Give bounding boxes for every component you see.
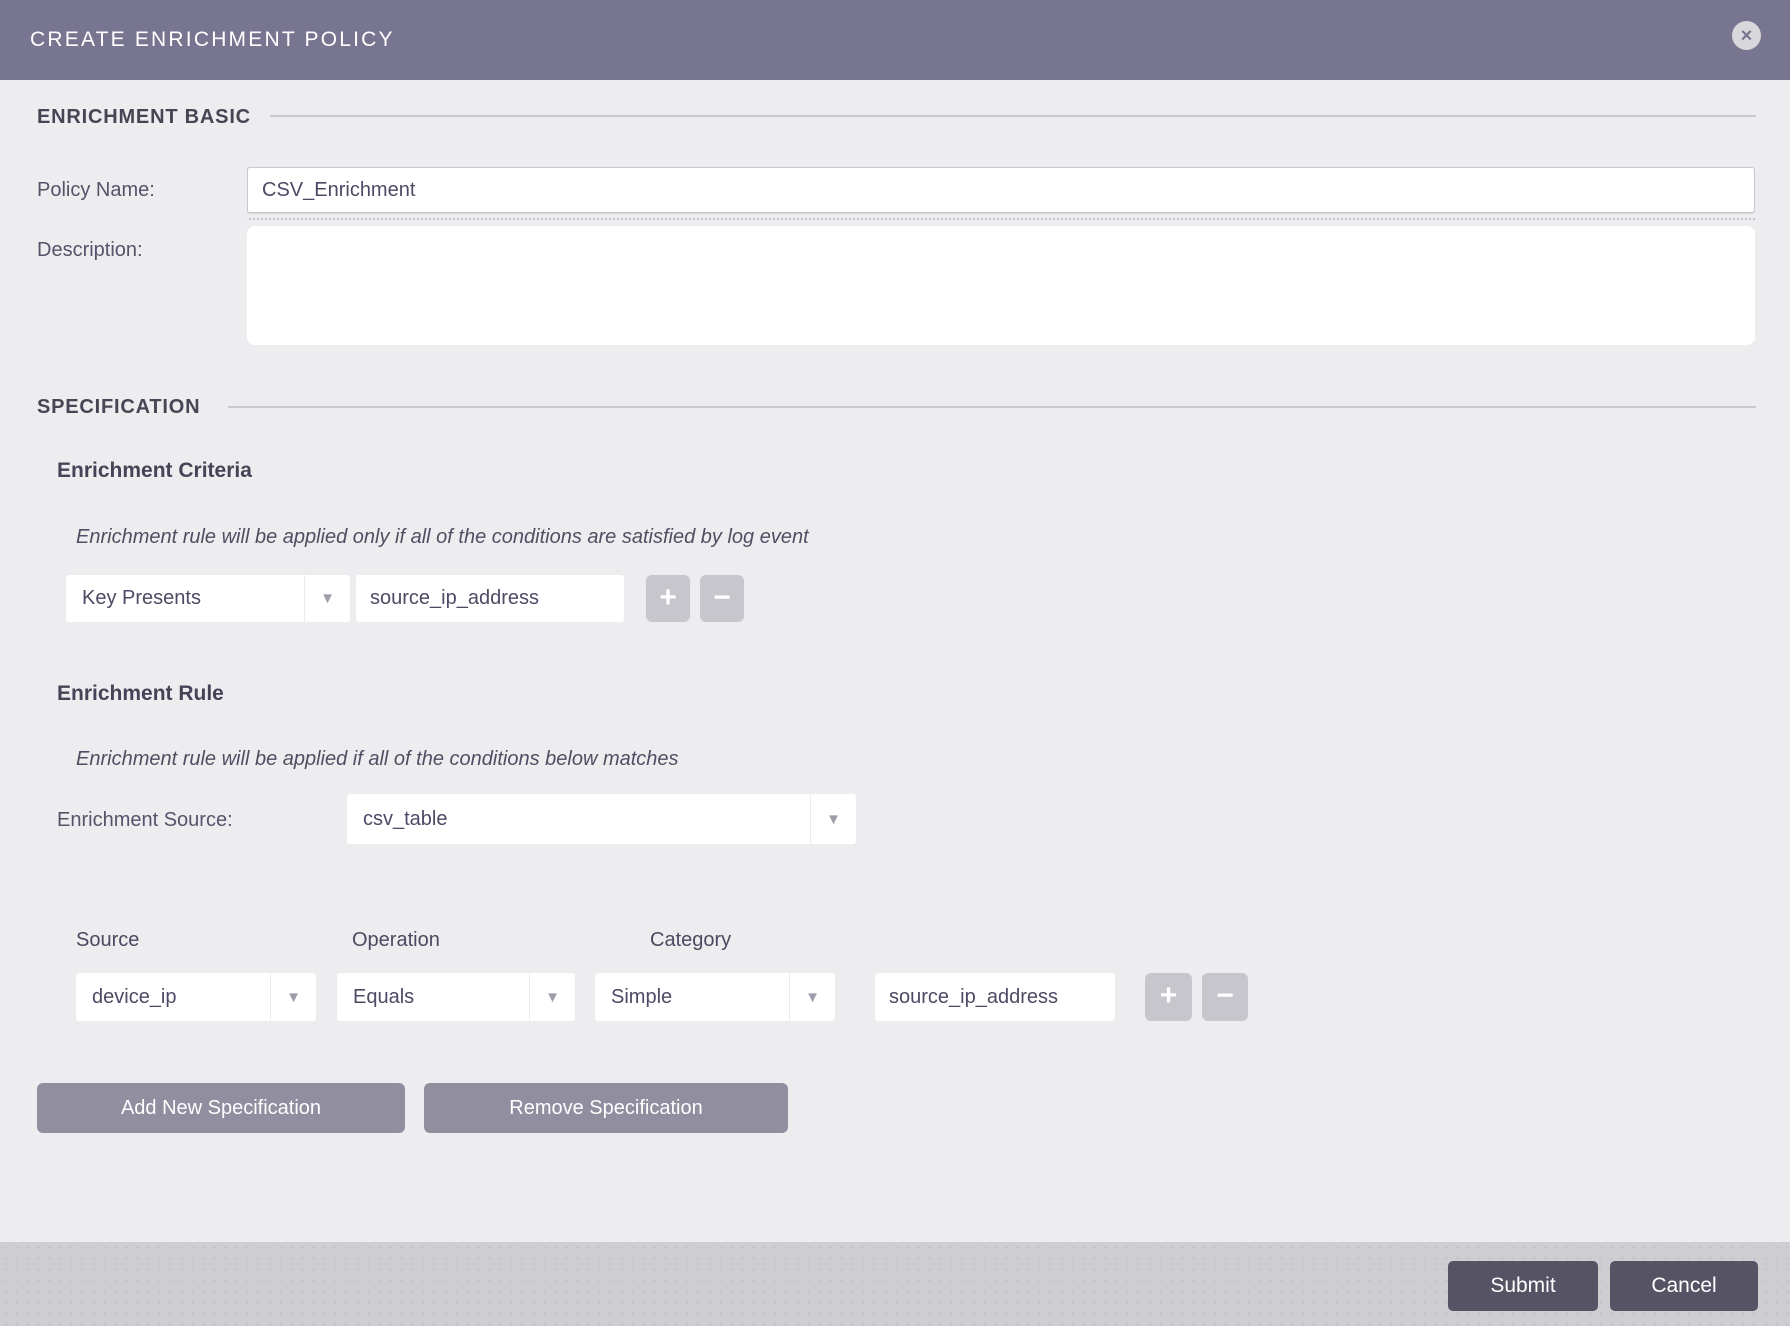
chevron-down-icon: ▼ xyxy=(304,575,350,622)
enrichment-criteria-helper: Enrichment rule will be applied only if … xyxy=(76,524,809,550)
section-divider xyxy=(270,115,1756,117)
enrichment-source-label: Enrichment Source: xyxy=(57,808,233,832)
dialog-footer: Submit Cancel xyxy=(0,1242,1790,1326)
section-heading-enrichment-basic: ENRICHMENT BASIC xyxy=(37,105,251,129)
rule-value-input[interactable] xyxy=(875,973,1115,1021)
rule-category-value: Simple xyxy=(595,973,789,1021)
description-textarea[interactable] xyxy=(247,226,1755,345)
add-new-specification-button[interactable]: Add New Specification xyxy=(37,1083,405,1133)
rule-operation-value: Equals xyxy=(337,973,529,1021)
column-label-operation: Operation xyxy=(352,928,440,952)
rule-source-dropdown[interactable]: device_ip ▼ xyxy=(76,973,316,1021)
rule-source-value: device_ip xyxy=(76,973,270,1021)
enrichment-criteria-heading: Enrichment Criteria xyxy=(57,458,252,484)
criteria-operator-dropdown[interactable]: Key Presents ▼ xyxy=(66,575,350,622)
minus-icon: − xyxy=(1216,981,1234,1011)
policy-name-input[interactable] xyxy=(247,167,1755,213)
enrichment-source-value: csv_table xyxy=(347,794,810,844)
rule-remove-button[interactable]: − xyxy=(1202,973,1248,1021)
chevron-down-icon: ▼ xyxy=(270,973,316,1021)
policy-name-label: Policy Name: xyxy=(37,178,155,202)
enrichment-source-dropdown[interactable]: csv_table ▼ xyxy=(347,794,856,844)
close-button[interactable]: × xyxy=(1732,21,1761,50)
enrichment-rule-heading: Enrichment Rule xyxy=(57,681,224,707)
column-label-source: Source xyxy=(76,928,139,952)
criteria-add-button[interactable]: + xyxy=(646,575,690,622)
rule-operation-dropdown[interactable]: Equals ▼ xyxy=(337,973,575,1021)
rule-add-button[interactable]: + xyxy=(1145,973,1192,1021)
submit-button[interactable]: Submit xyxy=(1448,1261,1598,1311)
close-icon: × xyxy=(1741,26,1753,46)
chevron-down-icon: ▼ xyxy=(789,973,835,1021)
criteria-key-input[interactable] xyxy=(356,575,624,622)
criteria-remove-button[interactable]: − xyxy=(700,575,744,622)
create-enrichment-policy-dialog: CREATE ENRICHMENT POLICY × ENRICHMENT BA… xyxy=(0,0,1790,1326)
description-label: Description: xyxy=(37,238,143,262)
chevron-down-icon: ▼ xyxy=(529,973,575,1021)
dialog-title: CREATE ENRICHMENT POLICY xyxy=(30,0,395,80)
section-heading-specification: SPECIFICATION xyxy=(37,395,200,419)
plus-icon: + xyxy=(1160,981,1178,1011)
enrichment-rule-helper: Enrichment rule will be applied if all o… xyxy=(76,746,679,772)
section-divider xyxy=(228,406,1756,408)
rule-category-dropdown[interactable]: Simple ▼ xyxy=(595,973,835,1021)
criteria-operator-value: Key Presents xyxy=(66,575,304,622)
remove-specification-button[interactable]: Remove Specification xyxy=(424,1083,788,1133)
dialog-header: CREATE ENRICHMENT POLICY × xyxy=(0,0,1790,80)
minus-icon: − xyxy=(713,583,731,613)
cancel-button[interactable]: Cancel xyxy=(1610,1261,1758,1311)
chevron-down-icon: ▼ xyxy=(810,794,856,844)
plus-icon: + xyxy=(659,583,677,613)
column-label-category: Category xyxy=(650,928,731,952)
input-underline xyxy=(249,218,1755,220)
